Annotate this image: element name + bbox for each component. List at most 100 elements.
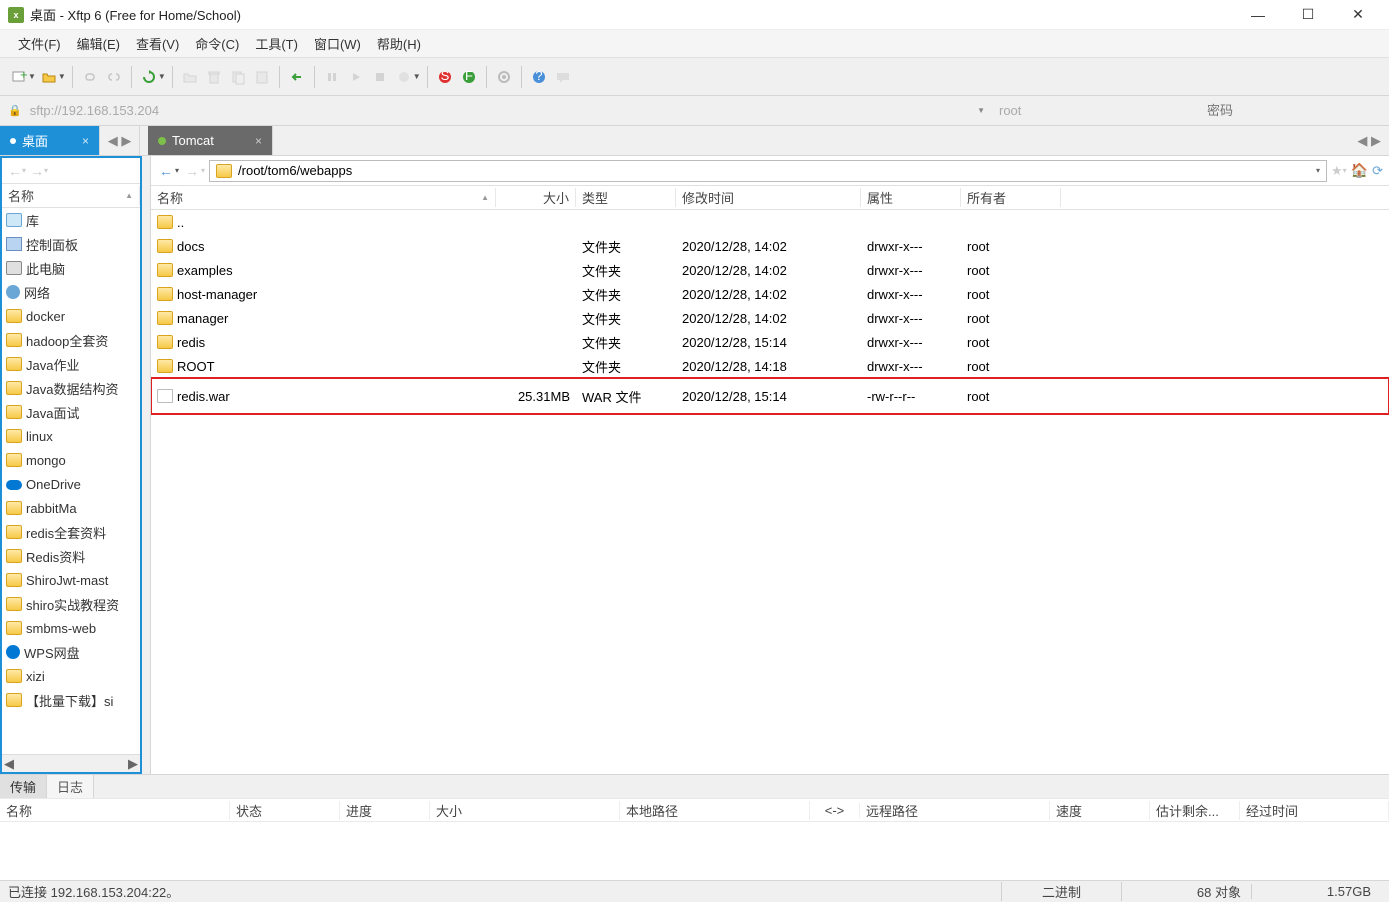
folder-icon	[6, 405, 22, 419]
tab-scroll-remote[interactable]: ◀ ▶	[1349, 126, 1389, 155]
option-icon[interactable]	[393, 66, 415, 88]
local-scrollbar[interactable]: ◀▶	[2, 754, 140, 772]
menu-file[interactable]: 文件(F)	[12, 32, 67, 55]
file-row[interactable]: redis文件夹2020/12/28, 15:14drwxr-x---root	[151, 330, 1389, 354]
tree-item[interactable]: shiro实战教程资	[2, 592, 140, 616]
tcol-name[interactable]: 名称	[0, 801, 230, 820]
file-row[interactable]: examples文件夹2020/12/28, 14:02drwxr-x---ro…	[151, 258, 1389, 282]
tree-item[interactable]: 控制面板	[2, 232, 140, 256]
tab-log[interactable]: 日志	[47, 775, 94, 798]
menu-window[interactable]: 窗口(W)	[308, 32, 367, 55]
transfer-left-icon[interactable]	[286, 66, 308, 88]
tcol-remotepath[interactable]: 远程路径	[860, 801, 1050, 820]
new-folder-icon[interactable]	[179, 66, 201, 88]
close-button[interactable]: ✕	[1343, 4, 1373, 26]
menu-tool[interactable]: 工具(T)	[249, 32, 304, 55]
file-row[interactable]: docs文件夹2020/12/28, 14:02drwxr-x---root	[151, 234, 1389, 258]
tcol-speed[interactable]: 速度	[1050, 801, 1150, 820]
reconnect-icon[interactable]	[138, 66, 160, 88]
column-type[interactable]: 类型	[576, 188, 676, 207]
tab-scroll-local[interactable]: ◀ ▶	[100, 126, 140, 155]
tcol-elapsed[interactable]: 经过时间	[1240, 801, 1389, 820]
menu-view[interactable]: 查看(V)	[130, 32, 185, 55]
file-row[interactable]: ..	[151, 210, 1389, 234]
file-row[interactable]: manager文件夹2020/12/28, 14:02drwxr-x---roo…	[151, 306, 1389, 330]
column-attr[interactable]: 属性	[861, 188, 961, 207]
link-icon[interactable]	[79, 66, 101, 88]
stop-icon[interactable]	[369, 66, 391, 88]
open-session-icon[interactable]	[38, 66, 60, 88]
minimize-button[interactable]: —	[1243, 4, 1273, 26]
tree-item[interactable]: OneDrive	[2, 472, 140, 496]
column-name[interactable]: 名称▲	[151, 188, 496, 207]
tree-item[interactable]: 此电脑	[2, 256, 140, 280]
tree-item[interactable]: hadoop全套资	[2, 328, 140, 352]
bookmark-icon[interactable]: ★	[1331, 163, 1343, 179]
tab-close-icon[interactable]: ×	[82, 134, 89, 148]
tcol-dir[interactable]: <->	[810, 803, 860, 818]
column-name[interactable]: 名称▲	[2, 186, 140, 205]
resume-icon[interactable]	[345, 66, 367, 88]
svg-text:F: F	[465, 69, 473, 83]
maximize-button[interactable]: ☐	[1293, 4, 1323, 26]
tree-item[interactable]: docker	[2, 304, 140, 328]
feedback-icon[interactable]	[552, 66, 574, 88]
column-size[interactable]: 大小	[496, 188, 576, 207]
tcol-size[interactable]: 大小	[430, 801, 620, 820]
tree-item[interactable]: WPS网盘	[2, 640, 140, 664]
tree-item[interactable]: 库	[2, 208, 140, 232]
settings-icon[interactable]	[493, 66, 515, 88]
menu-cmd[interactable]: 命令(C)	[189, 32, 245, 55]
menu-edit[interactable]: 编辑(E)	[71, 32, 126, 55]
tcol-progress[interactable]: 进度	[340, 801, 430, 820]
unlink-icon[interactable]	[103, 66, 125, 88]
path-input[interactable]: /root/tom6/webapps ▾	[209, 160, 1327, 182]
tree-item[interactable]: mongo	[2, 448, 140, 472]
column-mtime[interactable]: 修改时间	[676, 188, 861, 207]
tab-close-icon[interactable]: ×	[255, 134, 262, 148]
forward-icon[interactable]: →	[183, 163, 201, 179]
tab-remote[interactable]: Tomcat ×	[148, 126, 273, 155]
address-dropdown-icon[interactable]: ▼	[977, 106, 985, 115]
tree-item[interactable]: Java数据结构资	[2, 376, 140, 400]
xftp-icon[interactable]: F	[458, 66, 480, 88]
xshell-icon[interactable]: S	[434, 66, 456, 88]
tree-item[interactable]: ShiroJwt-mast	[2, 568, 140, 592]
column-owner[interactable]: 所有者	[961, 188, 1061, 207]
tree-item[interactable]: Java作业	[2, 352, 140, 376]
local-columns: 名称▲	[2, 184, 140, 208]
home-icon[interactable]: 🏠	[1351, 162, 1368, 179]
file-row[interactable]: ROOT文件夹2020/12/28, 14:18drwxr-x---root	[151, 354, 1389, 378]
pause-icon[interactable]	[321, 66, 343, 88]
username-input[interactable]	[993, 101, 1193, 120]
password-input[interactable]	[1201, 101, 1381, 120]
tree-item[interactable]: 网络	[2, 280, 140, 304]
tab-transfer[interactable]: 传输	[0, 775, 47, 798]
file-mtime: 2020/12/28, 14:02	[676, 311, 861, 326]
tcol-eta[interactable]: 估计剩余...	[1150, 801, 1240, 820]
tcol-status[interactable]: 状态	[230, 801, 340, 820]
tree-item[interactable]: 【批量下载】si	[2, 688, 140, 712]
file-row[interactable]: redis.war25.31MBWAR 文件2020/12/28, 15:14-…	[151, 378, 1389, 414]
tree-item[interactable]: Java面试	[2, 400, 140, 424]
tree-item[interactable]: linux	[2, 424, 140, 448]
tcol-localpath[interactable]: 本地路径	[620, 801, 810, 820]
back-icon[interactable]: ←	[157, 163, 175, 179]
tree-item[interactable]: redis全套资料	[2, 520, 140, 544]
tab-local[interactable]: 桌面 ×	[0, 126, 100, 155]
new-session-icon[interactable]: +	[8, 66, 30, 88]
paste-icon[interactable]	[251, 66, 273, 88]
refresh-icon[interactable]: ⟳	[1372, 163, 1383, 179]
help-icon[interactable]: ?	[528, 66, 550, 88]
delete-icon[interactable]	[203, 66, 225, 88]
tree-item[interactable]: Redis资料	[2, 544, 140, 568]
tree-item[interactable]: smbms-web	[2, 616, 140, 640]
menu-help[interactable]: 帮助(H)	[371, 32, 427, 55]
address-url[interactable]: sftp://192.168.153.204	[30, 103, 969, 118]
tree-item[interactable]: xizi	[2, 664, 140, 688]
folder-icon	[6, 573, 22, 587]
copy-icon[interactable]	[227, 66, 249, 88]
file-row[interactable]: host-manager文件夹2020/12/28, 14:02drwxr-x-…	[151, 282, 1389, 306]
tree-item[interactable]: rabbitMa	[2, 496, 140, 520]
menubar: 文件(F) 编辑(E) 查看(V) 命令(C) 工具(T) 窗口(W) 帮助(H…	[0, 30, 1389, 58]
